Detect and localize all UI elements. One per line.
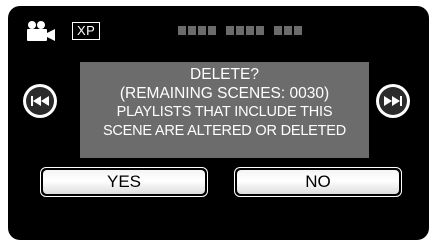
delete-confirmation-message: DELETE? (REMAINING SCENES: 0030) PLAYLIS… — [80, 62, 369, 158]
next-button[interactable] — [376, 84, 410, 118]
message-line: SCENE ARE ALTERED OR DELETED — [102, 123, 347, 139]
video-camera-icon — [27, 21, 55, 41]
quality-badge: XP — [72, 22, 101, 40]
no-button-label: NO — [237, 170, 399, 194]
message-line: PLAYLISTS THAT INCLUDE THIS — [116, 104, 333, 120]
camera-screen: XP DELETE? (REMAINING SCENES: 0030) PLAY… — [8, 6, 429, 240]
message-line: (REMAINING SCENES: 0030) — [119, 85, 330, 102]
timestamp-placeholder — [178, 26, 304, 35]
skip-next-icon — [384, 96, 402, 106]
yes-button[interactable]: YES — [40, 167, 208, 197]
skip-previous-icon — [31, 96, 49, 106]
yes-button-label: YES — [43, 170, 205, 194]
message-line: DELETE? — [190, 66, 259, 83]
no-button[interactable]: NO — [234, 167, 402, 197]
previous-button[interactable] — [23, 84, 57, 118]
